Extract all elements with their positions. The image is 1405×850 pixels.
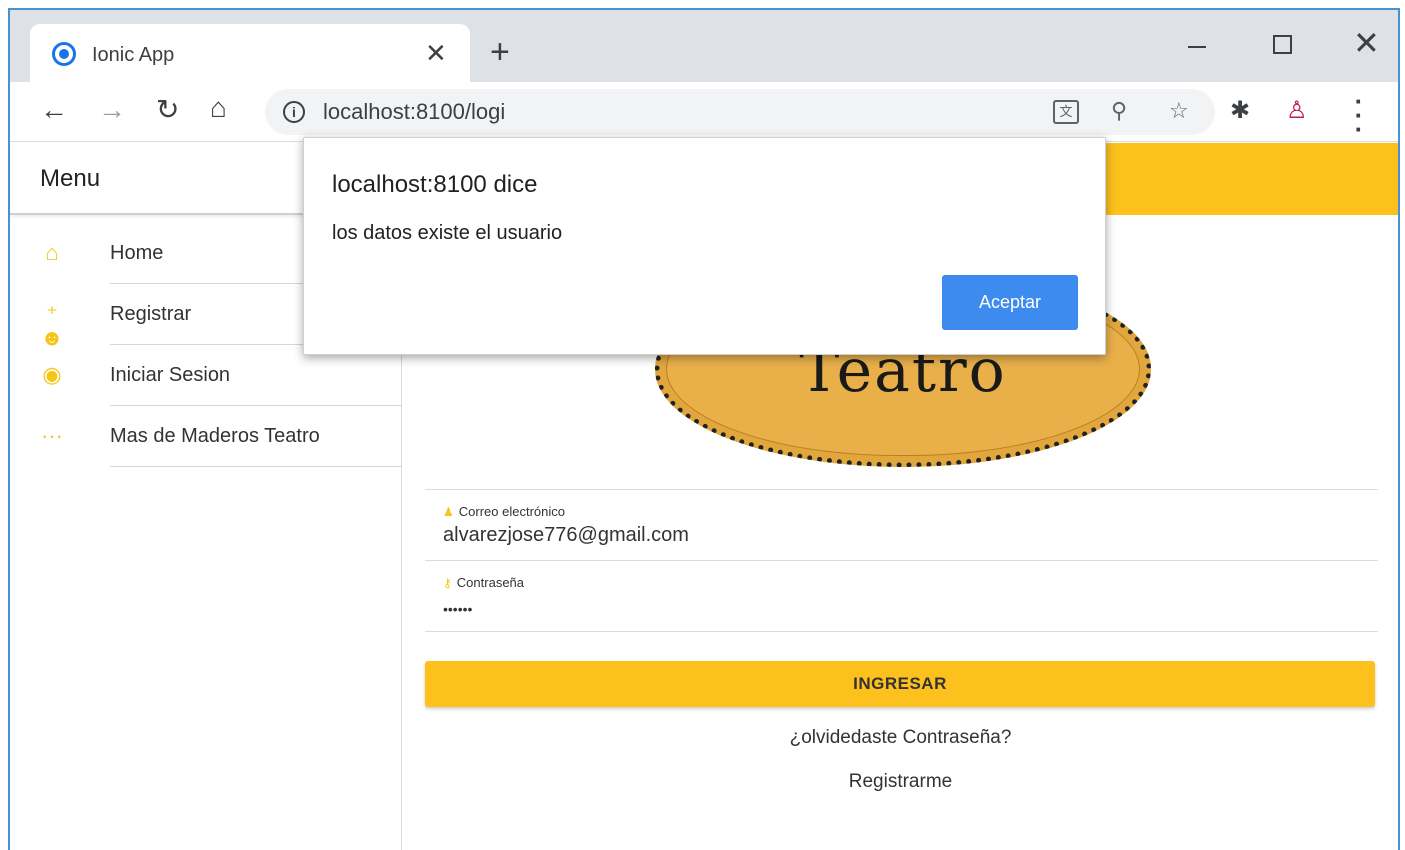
tab-close-button[interactable]: ✕ <box>425 38 447 68</box>
browser-toolbar: ← → ↻ ⌂ i localhost:8100/logi 文 ⚲ ☆ ✱ ♙ … <box>10 82 1398 142</box>
register-link[interactable]: Registrarme <box>403 771 1398 793</box>
alert-message: los datos existe el usuario <box>332 222 563 244</box>
tab-strip: Ionic App ✕ + ✕ <box>10 10 1398 92</box>
forward-arrow-icon[interactable]: → <box>98 92 126 128</box>
person-icon: ♟ <box>443 505 454 519</box>
login-icon: ◉ <box>42 362 62 387</box>
forgot-password-link[interactable]: ¿olvidedaste Contraseña? <box>403 727 1398 749</box>
email-field[interactable]: ♟ Correo electrónico alvarezjose776@gmail… <box>425 489 1378 560</box>
key-icon: ⚷ <box>443 576 452 590</box>
back-arrow-icon[interactable]: ← <box>40 92 68 128</box>
password-input[interactable]: •••••• <box>443 601 472 617</box>
menu-item-label: Mas de Maderos Teatro <box>110 425 320 447</box>
password-field[interactable]: ⚷ Contraseña •••••• <box>425 560 1378 631</box>
home-icon: ⌂ <box>45 240 59 265</box>
tab-title: Ionic App <box>92 44 175 66</box>
alert-title: localhost:8100 dice <box>332 171 538 198</box>
url-text[interactable]: localhost:8100/logi <box>323 99 505 125</box>
menu-title: Menu <box>40 165 101 192</box>
window-close-button[interactable]: ✕ <box>1353 26 1380 60</box>
minimize-button[interactable] <box>1188 46 1206 48</box>
email-input[interactable]: alvarezjose776@gmail.com <box>443 524 689 547</box>
menu-item-label: Iniciar Sesion <box>110 364 231 386</box>
divider <box>425 631 1378 632</box>
ingresar-button[interactable]: INGRESAR <box>425 661 1375 707</box>
new-tab-button[interactable]: + <box>490 34 510 70</box>
person-add-icon: ⁺☻ <box>40 301 64 350</box>
home-nav-icon[interactable]: ⌂ <box>210 90 227 126</box>
menu-item-label: Registrar <box>110 303 192 325</box>
ionic-favicon-icon <box>52 42 76 66</box>
accept-button[interactable]: Aceptar <box>942 275 1078 330</box>
browser-menu-icon[interactable]: · · · <box>1354 88 1364 142</box>
menu-item-label: Home <box>110 242 164 264</box>
password-label: ⚷ Contraseña <box>443 575 525 590</box>
profile-avatar-icon[interactable]: ♙ <box>1286 96 1308 125</box>
zoom-out-icon[interactable]: ⚲ <box>1111 98 1127 124</box>
extensions-puzzle-icon[interactable]: ✱ <box>1230 96 1250 125</box>
bookmark-star-icon[interactable]: ☆ <box>1169 98 1189 124</box>
reload-icon[interactable]: ↻ <box>156 92 179 128</box>
email-label: ♟ Correo electrónico <box>443 504 565 519</box>
screen: Ionic App ✕ + ✕ ← → ↻ ⌂ i localhost:8100… <box>0 0 1405 850</box>
menu-item-mas-de-maderos[interactable]: ··· Mas de Maderos Teatro <box>10 406 402 467</box>
divider <box>110 466 402 467</box>
site-info-icon[interactable]: i <box>283 101 305 123</box>
translate-icon[interactable]: 文 <box>1053 100 1079 124</box>
address-bar[interactable]: i localhost:8100/logi 文 ⚲ ☆ <box>265 89 1215 135</box>
maximize-button[interactable] <box>1273 35 1292 54</box>
ellipsis-icon: ··· <box>41 423 63 448</box>
alert-dialog: localhost:8100 dice los datos existe el … <box>303 137 1106 355</box>
